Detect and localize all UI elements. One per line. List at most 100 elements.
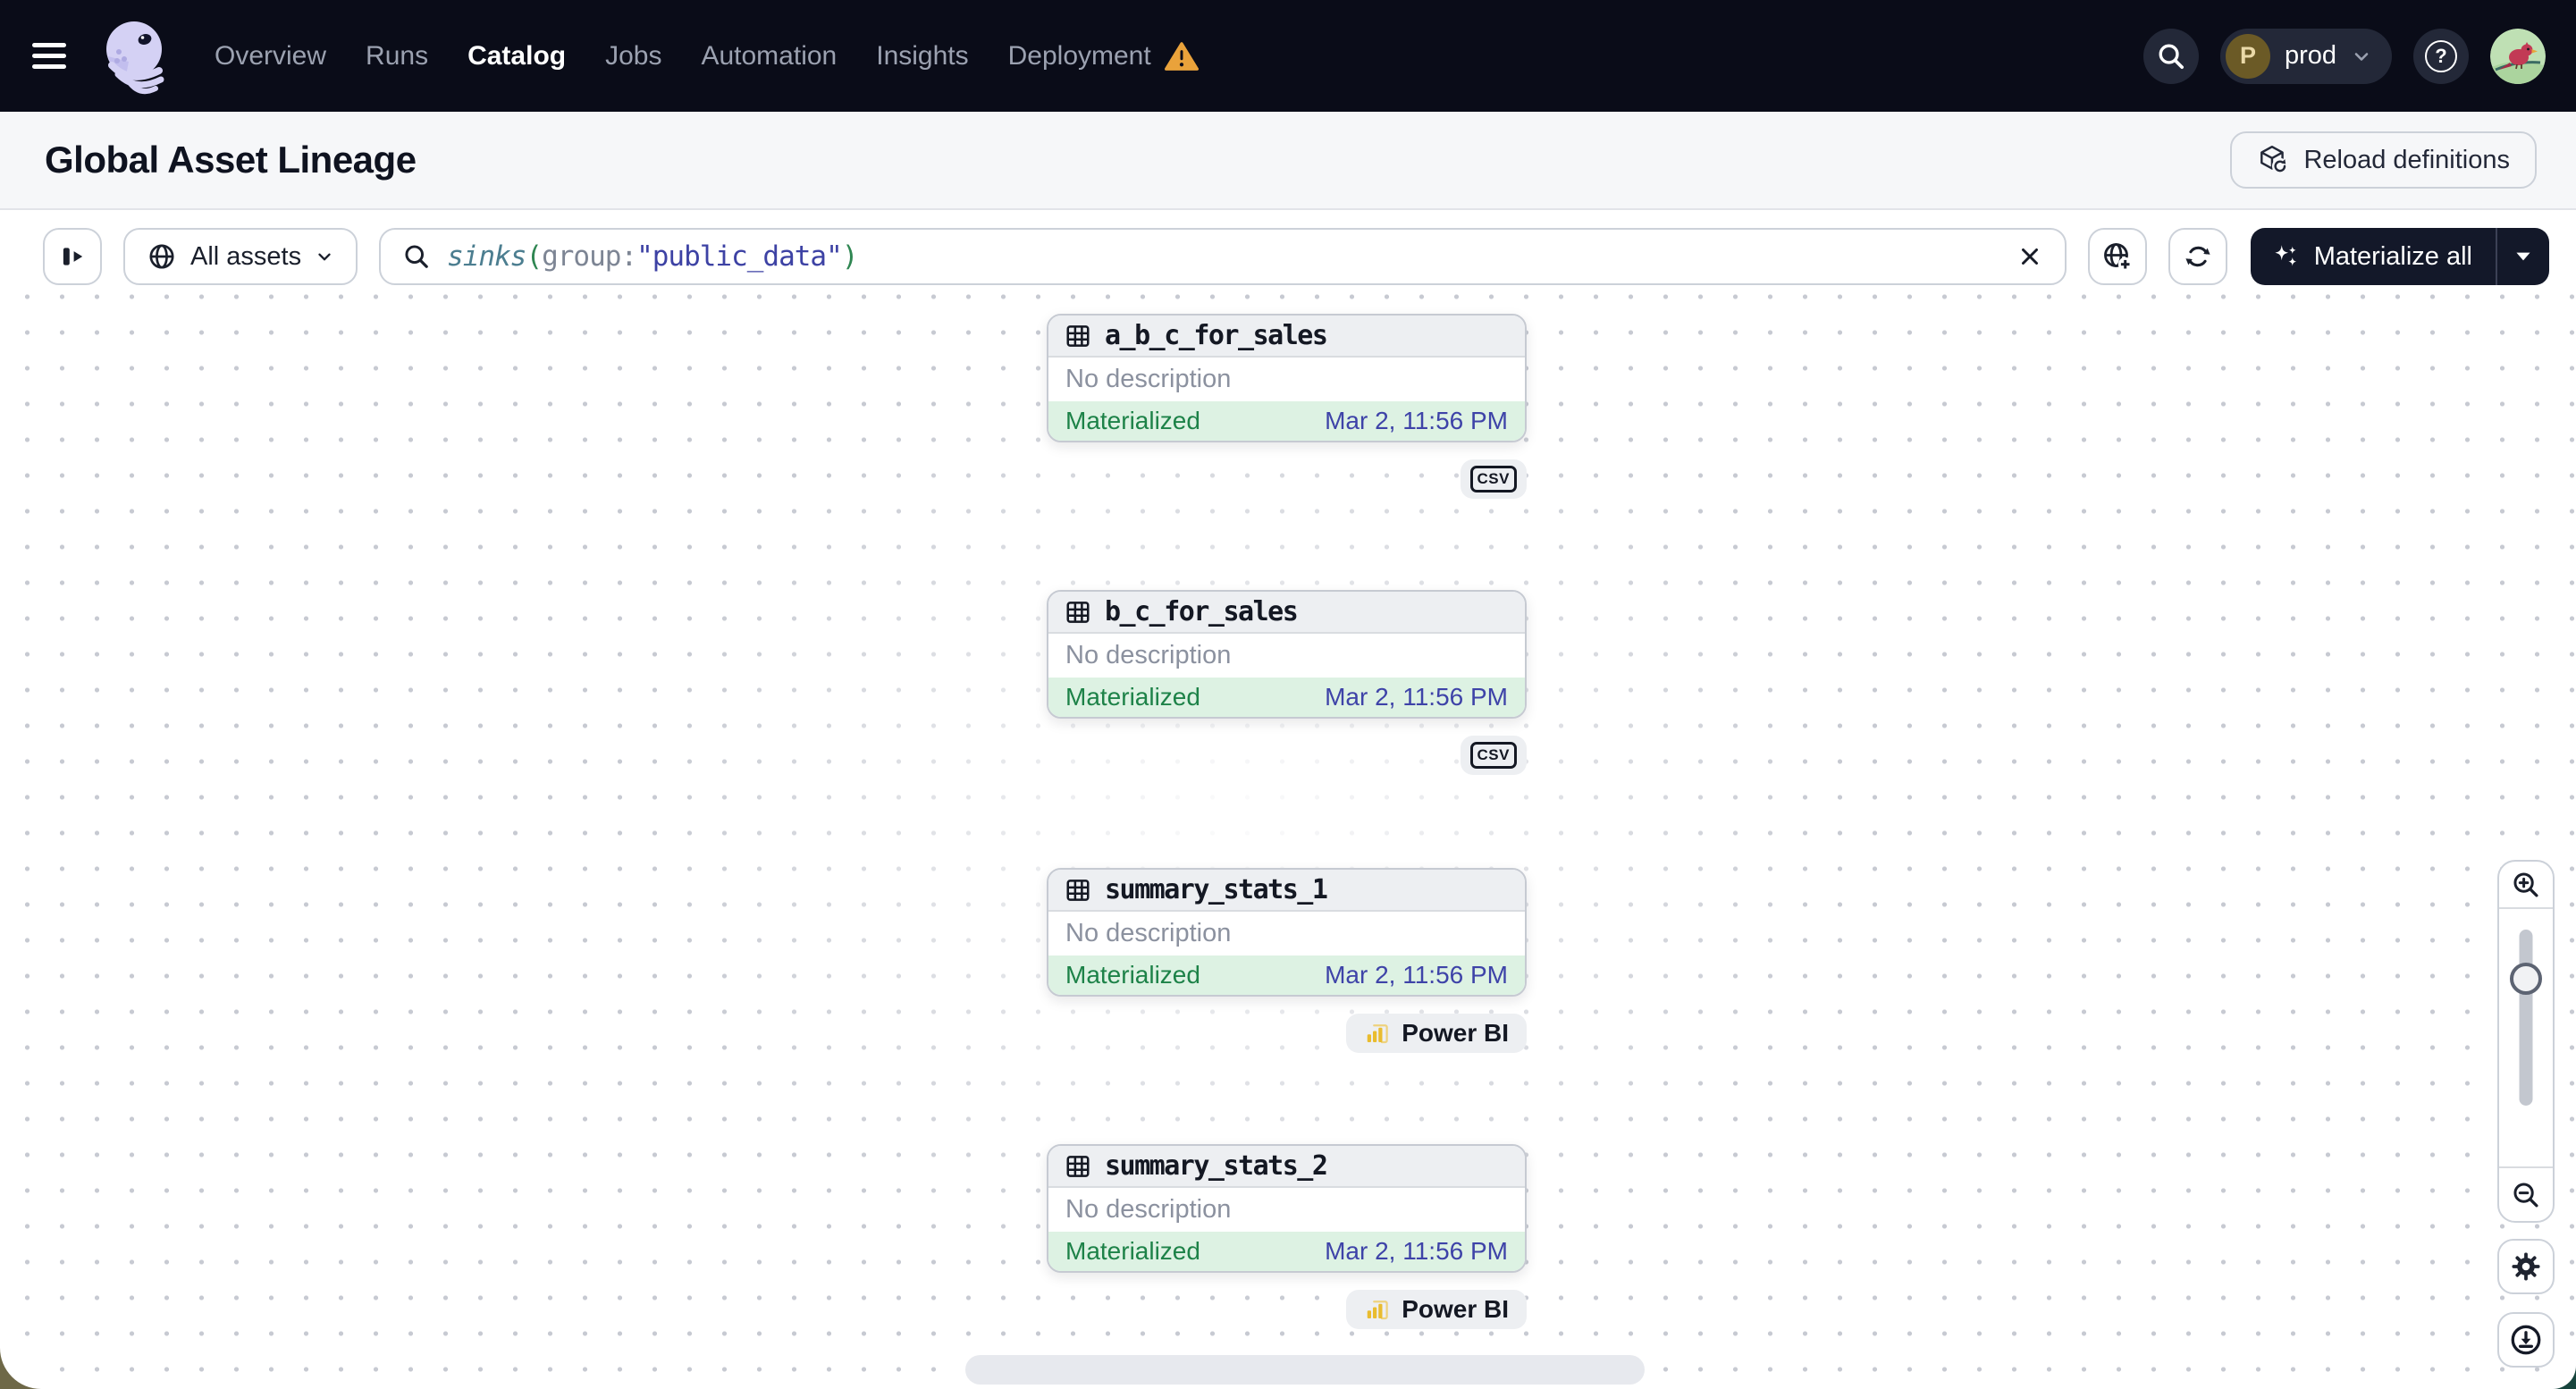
zoom-controls bbox=[2497, 860, 2555, 1223]
tag-row: Power BI Power BI bbox=[1047, 1290, 1527, 1329]
gear-icon bbox=[2512, 1252, 2540, 1281]
asset-status-row: Materialized Mar 2, 11:56 PM bbox=[1048, 678, 1525, 717]
reload-cube-icon bbox=[2260, 145, 2289, 174]
nav-item-automation[interactable]: Automation bbox=[701, 41, 837, 72]
asset-status-row: Materialized Mar 2, 11:56 PM bbox=[1048, 955, 1525, 995]
tag-row: Power BI Power BI bbox=[1047, 1014, 1527, 1053]
lineage-toolbar: All assets sinks(group:"public_data") Ma… bbox=[43, 228, 2549, 285]
asset-name: summary_stats_2 bbox=[1105, 1150, 1328, 1182]
nav-links: Overview Runs Catalog Jobs Automation In… bbox=[215, 41, 1199, 72]
refresh-button[interactable] bbox=[2168, 228, 2227, 285]
nav-item-jobs[interactable]: Jobs bbox=[605, 41, 661, 72]
zoom-slider-handle[interactable] bbox=[2510, 963, 2542, 995]
asset-node[interactable]: b_c_for_sales No description Materialize… bbox=[1047, 590, 1527, 719]
search-button[interactable] bbox=[2142, 28, 2199, 84]
lineage-canvas[interactable]: a_b_c_for_sales No description Materiali… bbox=[0, 289, 2576, 1389]
materialization-timestamp: Mar 2, 11:56 PM bbox=[1325, 407, 1508, 434]
asset-node[interactable]: summary_stats_2 No description Materiali… bbox=[1047, 1144, 1527, 1273]
download-icon bbox=[2511, 1325, 2541, 1355]
asset-status-row: Materialized Mar 2, 11:56 PM bbox=[1048, 401, 1525, 441]
page-title: Global Asset Lineage bbox=[45, 139, 417, 181]
environment-switcher[interactable]: P prod bbox=[2219, 28, 2392, 84]
asset-description: No description bbox=[1065, 641, 1232, 669]
horizontal-scrollbar-thumb[interactable] bbox=[965, 1355, 1645, 1385]
zoom-in-icon bbox=[2513, 871, 2538, 897]
kind-tag-csv[interactable]: CSV bbox=[1460, 459, 1527, 499]
asset-node-header: summary_stats_2 bbox=[1048, 1146, 1525, 1188]
top-nav: Overview Runs Catalog Jobs Automation In… bbox=[0, 0, 2576, 112]
help-icon bbox=[2425, 39, 2457, 72]
nav-item-insights[interactable]: Insights bbox=[876, 41, 968, 72]
close-icon bbox=[2021, 248, 2038, 265]
refresh-icon bbox=[2185, 246, 2210, 267]
asset-description: No description bbox=[1065, 365, 1232, 393]
clear-query-button[interactable] bbox=[2016, 243, 2043, 270]
chevron-down-icon bbox=[318, 253, 331, 261]
nav-item-overview[interactable]: Overview bbox=[215, 41, 326, 72]
asset-node[interactable]: a_b_c_for_sales No description Materiali… bbox=[1047, 314, 1527, 442]
user-avatar[interactable] bbox=[2490, 28, 2546, 84]
kind-tag-csv[interactable]: CSV bbox=[1460, 736, 1527, 775]
nav-item-catalog[interactable]: Catalog bbox=[467, 41, 566, 72]
asset-name: b_c_for_sales bbox=[1105, 596, 1299, 627]
graph-settings-button[interactable] bbox=[2497, 1239, 2555, 1294]
asset-scope-dropdown[interactable]: All assets bbox=[123, 228, 358, 285]
open-left-panel-button[interactable] bbox=[43, 228, 102, 285]
panel-toggle-icon bbox=[63, 248, 83, 265]
asset-node-header: a_b_c_for_sales bbox=[1048, 316, 1525, 358]
nav-item-deployment[interactable]: Deployment bbox=[1008, 41, 1199, 72]
table-icon bbox=[1066, 879, 1090, 901]
sparkles-icon bbox=[2275, 245, 2296, 266]
lineage-main: All assets sinks(group:"public_data") Ma… bbox=[0, 210, 2576, 1389]
asset-node-group: b_c_for_sales No description Materialize… bbox=[1047, 590, 1527, 775]
status-badge: Materialized bbox=[1065, 407, 1200, 434]
view-full-graph-button[interactable] bbox=[2087, 228, 2147, 285]
page-header: Global Asset Lineage Reload definitions bbox=[0, 112, 2576, 210]
csv-icon: CSV bbox=[1469, 466, 1517, 492]
caret-down-icon bbox=[2516, 252, 2530, 261]
materialize-all-button[interactable]: Materialize all bbox=[2251, 228, 2496, 285]
materialization-timestamp: Mar 2, 11:56 PM bbox=[1325, 1237, 1508, 1265]
asset-status-row: Materialized Mar 2, 11:56 PM bbox=[1048, 1232, 1525, 1271]
powerbi-icon bbox=[1367, 1301, 1388, 1320]
zoom-out-button[interactable] bbox=[2499, 1166, 2553, 1221]
materialize-options-button[interactable] bbox=[2497, 228, 2549, 285]
globe-add-icon bbox=[2103, 243, 2133, 272]
table-icon bbox=[1066, 324, 1090, 347]
asset-node-group: summary_stats_1 No description Materiali… bbox=[1047, 868, 1527, 1053]
status-badge: Materialized bbox=[1065, 1237, 1200, 1265]
asset-query-input[interactable]: sinks(group:"public_data") bbox=[379, 228, 2067, 285]
warning-triangle-icon bbox=[1164, 41, 1199, 71]
status-badge: Materialized bbox=[1065, 961, 1200, 989]
menu-icon[interactable] bbox=[32, 43, 72, 69]
chevron-down-icon bbox=[2354, 52, 2369, 61]
query-text: sinks(group:"public_data") bbox=[447, 240, 858, 273]
csv-icon: CSV bbox=[1469, 742, 1517, 769]
canvas-corner-bottom-left bbox=[0, 1348, 41, 1389]
tag-row: CSV CSV bbox=[1047, 736, 1527, 775]
asset-node[interactable]: summary_stats_1 No description Materiali… bbox=[1047, 868, 1527, 997]
kind-tag-powerbi[interactable]: Power BI bbox=[1346, 1014, 1527, 1053]
materialization-timestamp: Mar 2, 11:56 PM bbox=[1325, 683, 1508, 711]
materialize-split-button: Materialize all bbox=[2250, 228, 2549, 285]
status-badge: Materialized bbox=[1065, 683, 1200, 711]
zoom-slider bbox=[2499, 909, 2553, 1166]
search-icon bbox=[405, 245, 428, 268]
asset-node-header: b_c_for_sales bbox=[1048, 592, 1525, 634]
help-button[interactable] bbox=[2413, 28, 2469, 84]
zoom-out-icon bbox=[2513, 1182, 2538, 1208]
zoom-slider-track[interactable] bbox=[2519, 930, 2533, 1106]
powerbi-icon bbox=[1367, 1024, 1388, 1044]
reload-definitions-button[interactable]: Reload definitions bbox=[2230, 131, 2537, 189]
kind-tag-powerbi[interactable]: Power BI bbox=[1346, 1290, 1527, 1329]
nav-item-runs[interactable]: Runs bbox=[366, 41, 428, 72]
table-icon bbox=[1066, 601, 1090, 623]
dagster-logo[interactable] bbox=[93, 12, 179, 101]
tag-label: Power BI bbox=[1402, 1019, 1509, 1047]
zoom-in-button[interactable] bbox=[2499, 862, 2553, 909]
tag-label: Power BI bbox=[1402, 1295, 1509, 1323]
download-graph-button[interactable] bbox=[2497, 1312, 2555, 1368]
environment-name: prod bbox=[2284, 41, 2336, 70]
environment-avatar: P bbox=[2225, 33, 2270, 79]
search-icon bbox=[2159, 44, 2184, 69]
